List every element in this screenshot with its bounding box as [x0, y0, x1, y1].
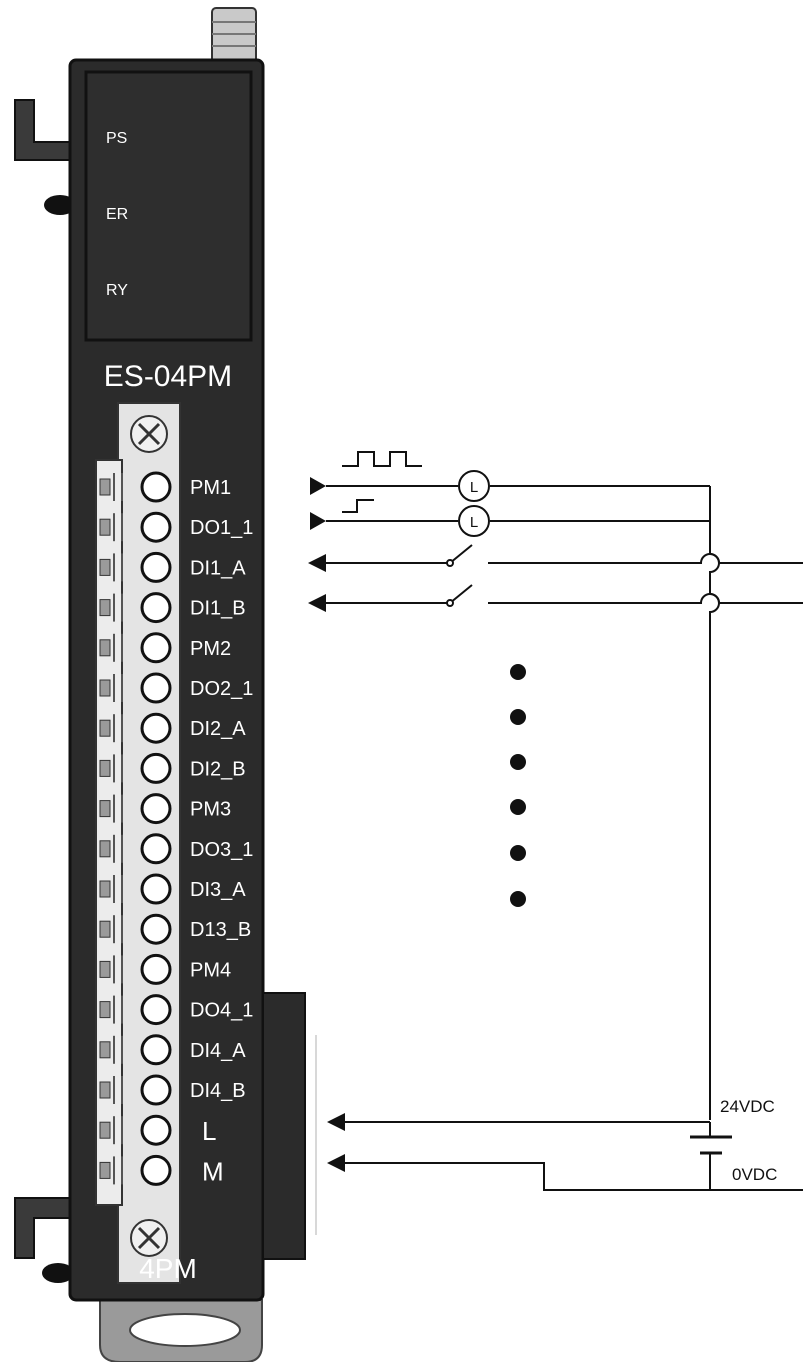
terminal-label: PM1: [190, 477, 231, 499]
ellipsis-dot: [510, 754, 526, 770]
terminal-screw-hole: [140, 873, 172, 905]
terminal-bottom-screw: [130, 1219, 168, 1257]
terminal-screw-hole: [140, 592, 172, 624]
terminal-screw-hole: [140, 752, 172, 784]
led-label-ry: RY: [106, 282, 128, 299]
ellipsis-dot: [510, 664, 526, 680]
terminal-top-screw: [130, 415, 168, 453]
arrow-l: [327, 1113, 345, 1131]
ellipsis-dot: [510, 799, 526, 815]
terminal-screw-hole: [140, 833, 172, 865]
terminal-label: DI1_A: [190, 557, 246, 579]
terminal-label: PM2: [190, 638, 231, 660]
terminal-label: D13_B: [190, 919, 251, 941]
switch-di1a-contact: [446, 559, 454, 567]
terminal-screw-hole: [140, 913, 172, 945]
ellipsis-dot: [510, 891, 526, 907]
terminal-label: PM3: [190, 799, 231, 821]
terminal-label: DO3_1: [190, 839, 253, 861]
wire-di1b-right: [488, 593, 803, 604]
terminal-label: DI4_B: [190, 1080, 246, 1102]
bottom-rail-clip: [14, 1197, 74, 1283]
supply-24vdc-label: 24VDC: [720, 1097, 775, 1116]
terminal-tab: [99, 558, 111, 576]
terminal-screw-hole: [140, 471, 172, 503]
arrow-m: [327, 1154, 345, 1172]
terminal-tab: [99, 719, 111, 737]
terminal-screw-hole: [140, 994, 172, 1026]
terminal-label: DO2_1: [190, 678, 253, 700]
wiring: [326, 485, 803, 1191]
lamp-pm1: L: [458, 470, 490, 502]
pulse-train-icon: [342, 451, 422, 467]
terminal-tab: [99, 1041, 111, 1059]
terminal-label: DI2_B: [190, 758, 246, 780]
diagram-canvas: PS ER RY ES-04PM PM1 DO1_1 DI1_A DI1_B PM2 DO…: [14, 7, 803, 1363]
led-label-er: ER: [106, 206, 128, 223]
terminal-screw-hole: [140, 511, 172, 543]
terminal-tab: [99, 1161, 111, 1179]
terminal-screw-hole: [140, 1114, 172, 1146]
terminal-tab: [99, 1081, 111, 1099]
side-connector: [262, 992, 317, 1260]
terminal-label: DI3_A: [190, 879, 246, 901]
terminal-label: DI1_B: [190, 598, 246, 620]
terminal-screw-hole: [140, 551, 172, 583]
terminal-tab: [99, 840, 111, 858]
terminal-label: DI4_A: [190, 1040, 246, 1062]
switch-di1a-blade: [449, 544, 473, 564]
footer-label: 4PM: [139, 1253, 197, 1284]
terminal-screw-hole: [140, 953, 172, 985]
top-rail-clip: [14, 99, 76, 215]
arrow-di1b: [308, 594, 326, 612]
din-latch: [99, 1299, 263, 1363]
terminal-tab: [99, 679, 111, 697]
switch-di1b-contact: [446, 599, 454, 607]
terminal-tab: [99, 599, 111, 617]
terminal-label: M: [202, 1156, 224, 1186]
lamp-pm1-label: L: [470, 479, 478, 496]
terminal-tab: [99, 639, 111, 657]
terminal-screw-hole: [140, 1154, 172, 1186]
terminal-label: PM4: [190, 959, 231, 981]
terminal-tab: [99, 518, 111, 536]
wire-di1a-right: [488, 553, 803, 564]
terminal-tab: [99, 960, 111, 978]
top-screw: [211, 7, 257, 65]
common-bus-wire: [709, 486, 720, 1120]
led-label-ps: PS: [106, 130, 127, 147]
terminal-screw-hole: [140, 632, 172, 664]
terminal-label: DO1_1: [190, 517, 253, 539]
terminal-screw-hole: [140, 1074, 172, 1106]
terminal-tab: [99, 478, 111, 496]
terminal-tab: [99, 880, 111, 898]
arrow-pm1: [310, 477, 326, 495]
terminal-tab: [99, 920, 111, 938]
terminal-screw-hole: [140, 793, 172, 825]
model-name: ES-04PM: [104, 360, 232, 393]
step-signal-icon: [342, 499, 374, 513]
terminal-label: L: [202, 1116, 216, 1146]
arrow-di1a: [308, 554, 326, 572]
arrow-do1: [310, 512, 326, 530]
terminal-screw-hole: [140, 672, 172, 704]
terminal-tab: [99, 759, 111, 777]
ellipsis-dot: [510, 845, 526, 861]
ellipsis-dot: [510, 709, 526, 725]
terminal-tab: [99, 1001, 111, 1019]
supply-0vdc-label: 0VDC: [732, 1165, 777, 1184]
terminal-label: DI2_A: [190, 718, 246, 740]
lamp-do1: L: [458, 505, 490, 537]
switch-di1b-blade: [449, 584, 473, 604]
lamp-do1-label: L: [470, 514, 478, 531]
terminal-screw-hole: [140, 712, 172, 744]
terminal-tab: [99, 1121, 111, 1139]
terminal-label: DO4_1: [190, 1000, 253, 1022]
terminal-screw-hole: [140, 1034, 172, 1066]
terminal-tab: [99, 800, 111, 818]
wiring-diagram: PS ER RY ES-04PM PM1 DO1_1 DI1_A DI1_B PM2 DO…: [0, 0, 803, 1363]
